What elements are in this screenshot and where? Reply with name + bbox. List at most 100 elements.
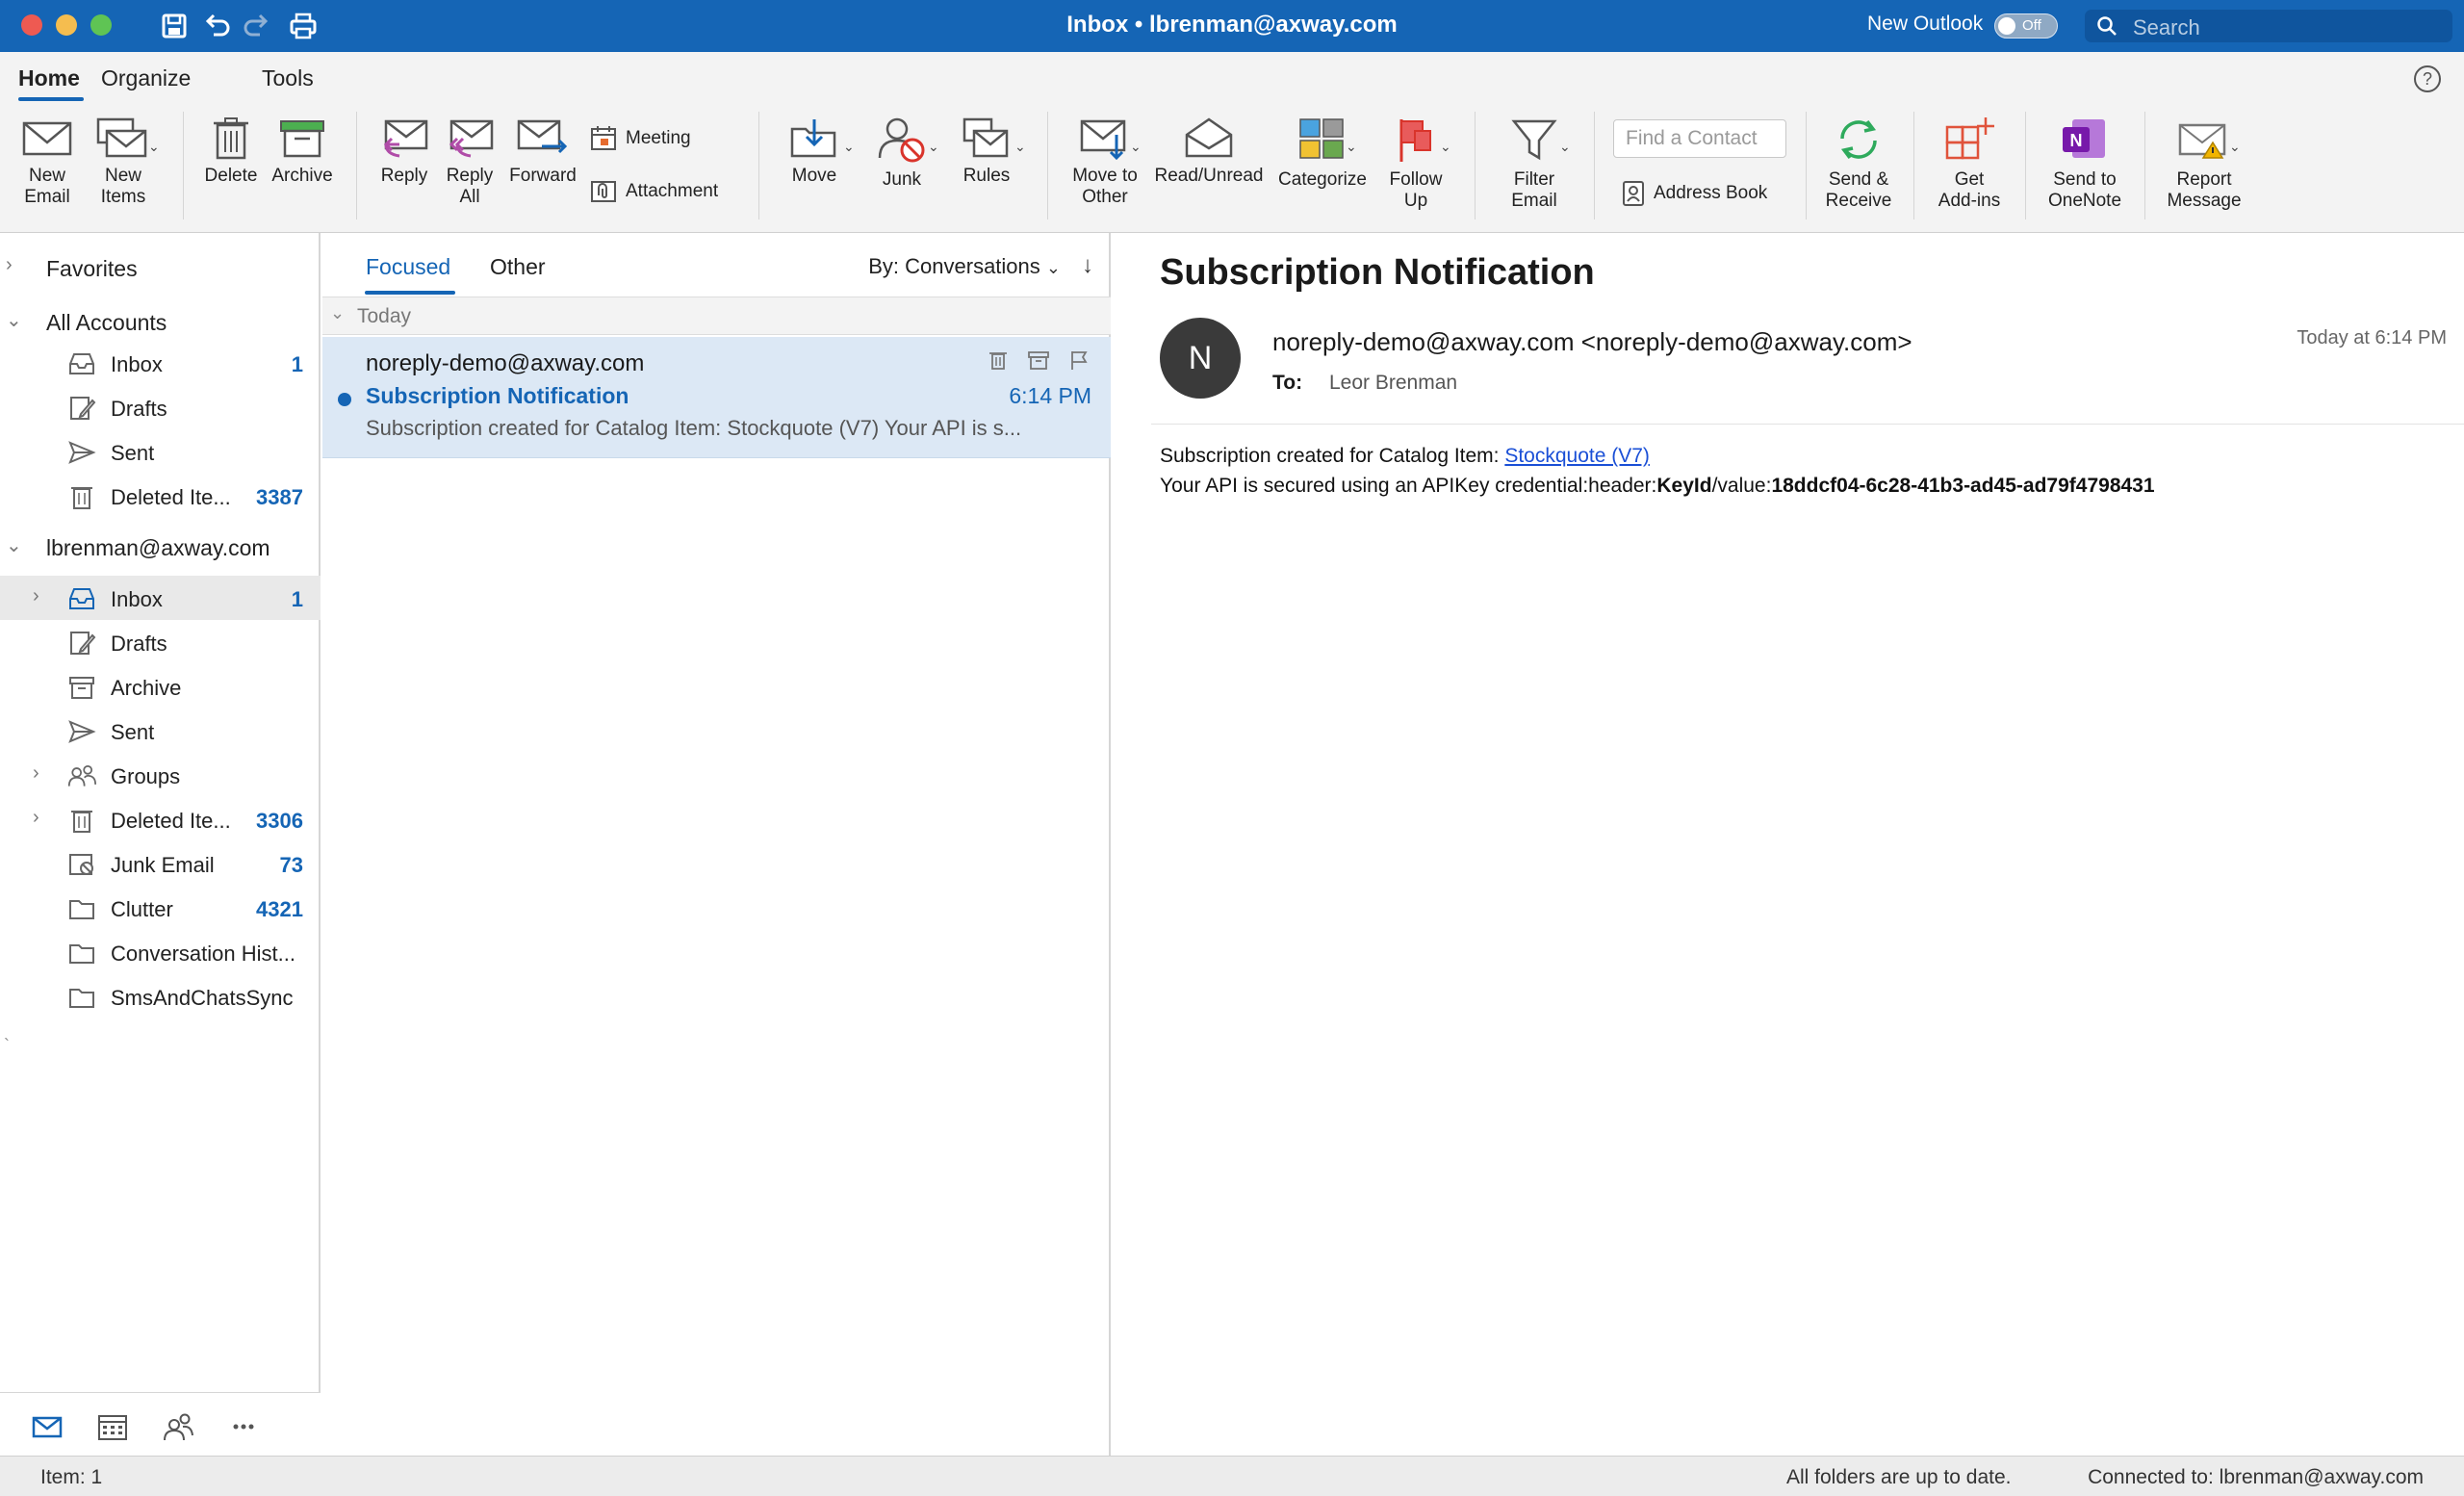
new-items-dropdown-chevron-icon[interactable]: ⌄ bbox=[148, 139, 160, 155]
calendar-icon[interactable] bbox=[96, 1410, 129, 1443]
group-header-today[interactable]: ⌄ Today bbox=[322, 297, 1111, 335]
folder-groups[interactable]: › Groups bbox=[0, 753, 321, 797]
attachment-button[interactable]: Attachment bbox=[589, 179, 718, 204]
forward-button[interactable]: Forward bbox=[504, 116, 581, 187]
toggle-knob bbox=[1998, 17, 2015, 35]
reply-button[interactable]: Reply bbox=[372, 116, 437, 187]
folder-all-drafts[interactable]: Drafts bbox=[0, 385, 321, 429]
avatar[interactable]: N bbox=[1160, 318, 1241, 399]
meeting-button[interactable]: Meeting bbox=[589, 125, 691, 152]
rules-button[interactable]: Rules bbox=[949, 116, 1024, 187]
chevron-right-icon[interactable]: › bbox=[33, 807, 39, 829]
folder-label: Drafts bbox=[111, 632, 167, 656]
folder-clutter[interactable]: Clutter 4321 bbox=[0, 886, 321, 930]
read-unread-button[interactable]: Read/Unread bbox=[1153, 116, 1265, 187]
sort-direction-arrow-icon[interactable]: ↓ bbox=[1082, 252, 1093, 279]
sent-icon bbox=[68, 720, 96, 743]
filter-email-dropdown-chevron-icon[interactable]: ⌄ bbox=[1559, 139, 1571, 155]
trash-icon[interactable] bbox=[987, 348, 1010, 372]
filter-email-button[interactable]: Filter Email bbox=[1490, 116, 1578, 212]
favorites-section[interactable]: › Favorites bbox=[0, 246, 321, 289]
help-icon[interactable]: ? bbox=[2414, 65, 2441, 92]
folder-sms-and-chats-sync[interactable]: SmsAndChatsSync bbox=[0, 974, 321, 1019]
ribbon-divider bbox=[1913, 112, 1914, 219]
move-to-other-dropdown-chevron-icon[interactable]: ⌄ bbox=[1130, 139, 1142, 155]
new-outlook-toggle[interactable]: Off bbox=[1994, 13, 2058, 39]
recipient-name[interactable]: Leor Brenman bbox=[1329, 372, 1457, 395]
body-text: Subscription created for Catalog Item: bbox=[1160, 445, 1505, 467]
report-message-dropdown-chevron-icon[interactable]: ⌄ bbox=[2229, 139, 2241, 155]
connection-status: Connected to: lbrenman@axway.com bbox=[2088, 1466, 2424, 1488]
folder-sent[interactable]: Sent bbox=[0, 709, 321, 753]
reply-all-icon bbox=[449, 119, 494, 158]
groups-icon bbox=[67, 764, 96, 787]
address-book-icon bbox=[1623, 181, 1644, 206]
new-items-button[interactable]: New Items bbox=[85, 116, 162, 208]
folder-label: Deleted Ite... bbox=[111, 809, 231, 833]
address-book-label: Address Book bbox=[1654, 183, 1768, 203]
send-to-onenote-button[interactable]: N Send to OneNote bbox=[2039, 116, 2131, 212]
new-email-button[interactable]: New Email bbox=[13, 116, 81, 208]
archive-icon[interactable] bbox=[1027, 348, 1050, 372]
reply-label: Reply bbox=[380, 166, 428, 186]
sync-status: All folders are up to date. bbox=[1786, 1466, 2012, 1488]
delete-button[interactable]: Delete bbox=[200, 116, 262, 187]
catalog-item-link[interactable]: Stockquote (V7) bbox=[1504, 445, 1650, 467]
to-label: To: bbox=[1272, 372, 1303, 394]
tab-focused[interactable]: Focused bbox=[366, 254, 450, 280]
address-book-button[interactable]: Address Book bbox=[1621, 179, 1767, 208]
rules-dropdown-chevron-icon[interactable]: ⌄ bbox=[1014, 139, 1026, 155]
find-contact-input[interactable]: Find a Contact bbox=[1613, 119, 1786, 158]
folder-all-sent[interactable]: Sent bbox=[0, 429, 321, 474]
tab-other[interactable]: Other bbox=[490, 254, 546, 280]
folder-archive[interactable]: Archive bbox=[0, 664, 321, 709]
sort-by-dropdown[interactable]: By: Conversations ⌄ bbox=[868, 254, 1061, 279]
send-receive-button[interactable]: Send & Receive bbox=[1819, 116, 1898, 212]
flag-icon bbox=[1399, 119, 1431, 162]
folder-deleted[interactable]: › Deleted Ite... 3306 bbox=[0, 797, 321, 841]
sort-by-label: By: Conversations bbox=[868, 254, 1040, 278]
follow-up-dropdown-chevron-icon[interactable]: ⌄ bbox=[1440, 139, 1451, 155]
reply-all-label-2: All bbox=[459, 187, 480, 207]
search-box[interactable]: Search bbox=[2085, 10, 2452, 42]
move-to-other-button[interactable]: Move to Other bbox=[1063, 116, 1147, 208]
more-options-icon[interactable] bbox=[227, 1410, 260, 1443]
follow-up-button[interactable]: Follow Up bbox=[1380, 116, 1451, 212]
folder-conversation-history[interactable]: Conversation Hist... bbox=[0, 930, 321, 974]
categorize-button[interactable]: Categorize bbox=[1272, 116, 1373, 191]
chevron-right-icon[interactable]: › bbox=[33, 762, 39, 785]
follow-up-label-1: Follow bbox=[1389, 169, 1443, 190]
account-section[interactable]: ⌄ lbrenman@axway.com bbox=[0, 526, 321, 568]
tab-home[interactable]: Home bbox=[18, 65, 80, 91]
new-items-label-1: New bbox=[104, 166, 141, 186]
people-icon[interactable] bbox=[162, 1410, 194, 1443]
folder-junk-email[interactable]: Junk Email 73 bbox=[0, 841, 321, 886]
group-label: Today bbox=[357, 305, 412, 327]
categorize-dropdown-chevron-icon[interactable]: ⌄ bbox=[1346, 139, 1357, 155]
tab-organize[interactable]: Organize bbox=[101, 65, 191, 91]
get-add-ins-label-1: Get bbox=[1954, 169, 1985, 190]
move-dropdown-chevron-icon[interactable]: ⌄ bbox=[843, 139, 855, 155]
mail-icon[interactable] bbox=[31, 1410, 64, 1443]
folder-all-inbox[interactable]: Inbox 1 bbox=[0, 341, 321, 385]
get-add-ins-button[interactable]: Get Add-ins bbox=[1929, 116, 2010, 212]
archive-button[interactable]: Archive bbox=[266, 116, 339, 187]
folder-drafts[interactable]: Drafts bbox=[0, 620, 321, 664]
reply-all-button[interactable]: Reply All bbox=[439, 116, 500, 208]
chevron-right-icon: › bbox=[6, 254, 13, 275]
chevron-right-icon[interactable]: › bbox=[33, 585, 39, 607]
move-folder-icon bbox=[790, 119, 836, 158]
folder-all-deleted[interactable]: Deleted Ite... 3387 bbox=[0, 474, 321, 518]
folder-pane: › Favorites ⌄ All Accounts Inbox 1 Draft… bbox=[0, 233, 321, 1456]
sender-address[interactable]: noreply-demo@axway.com <noreply-demo@axw… bbox=[1272, 327, 1912, 357]
module-switcher bbox=[0, 1392, 321, 1456]
folder-label: Sent bbox=[111, 720, 155, 744]
tab-tools[interactable]: Tools bbox=[262, 65, 314, 91]
junk-dropdown-chevron-icon[interactable]: ⌄ bbox=[928, 139, 939, 155]
all-accounts-section[interactable]: ⌄ All Accounts bbox=[0, 300, 321, 343]
folder-label: Groups bbox=[111, 764, 181, 788]
folder-inbox[interactable]: › Inbox 1 bbox=[0, 576, 321, 620]
report-message-button[interactable]: Report Message bbox=[2160, 116, 2248, 212]
flag-icon[interactable] bbox=[1067, 348, 1091, 372]
message-item[interactable]: noreply-demo@axway.com Subscription Noti… bbox=[322, 337, 1111, 458]
